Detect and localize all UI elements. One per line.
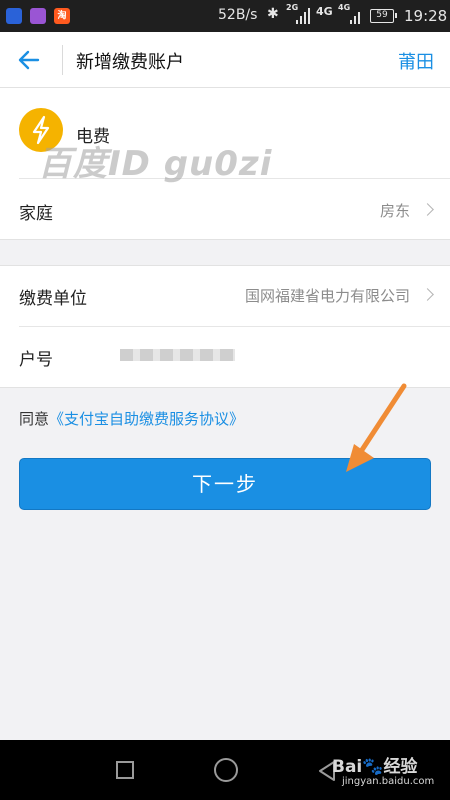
arrow-left-icon [18, 50, 40, 70]
system-nav-bar: Bai🐾经验 jingyan.baidu.com [0, 740, 450, 800]
chevron-right-icon [421, 203, 434, 216]
redacted-digits [120, 349, 235, 361]
network-speed: 52B/s [218, 7, 258, 23]
signal-bars-secondary-icon [350, 8, 362, 24]
paw-app-icon [6, 8, 22, 24]
page-title: 新增缴费账户 [76, 52, 184, 73]
signal-bars-icon [296, 8, 310, 24]
battery-level: 59 [376, 10, 388, 20]
app-header: 新增缴费账户 莆田 [0, 32, 450, 88]
taobao-app-icon: 淘 [54, 8, 70, 24]
baidu-logo-suffix: 经验 [383, 757, 418, 777]
clock: 19:28 [404, 7, 448, 25]
network-4g-secondary-label: 4G [338, 3, 351, 12]
chevron-right-icon [421, 288, 434, 301]
bluetooth-icon: ✱ [267, 6, 279, 22]
account-number-label: 户号 [19, 350, 53, 370]
baidu-jingyan-logo: Bai🐾经验 [332, 752, 417, 777]
status-bar: 淘 52B/s ✱ 2G 4G 4G 59 19:28 [0, 0, 450, 32]
baidu-paw-icon: 🐾 [362, 757, 384, 777]
home-button[interactable] [214, 758, 238, 782]
account-number-input[interactable] [110, 336, 430, 376]
annotation-arrow-icon [346, 383, 407, 472]
agreement-prefix: 同意 [19, 410, 50, 428]
service-agreement-link[interactable]: 《支付宝自助缴费服务协议》 [49, 410, 244, 428]
city-selector-button[interactable]: 莆田 [398, 48, 434, 74]
back-button[interactable] [10, 42, 50, 78]
payment-unit-row[interactable]: 缴费单位 国网福建省电力有限公司 [0, 265, 450, 326]
header-divider [62, 45, 63, 75]
payment-unit-value: 国网福建省电力有限公司 [244, 287, 410, 305]
gallery-app-icon [30, 8, 46, 24]
agreement-line: 同意《支付宝自助缴费服务协议》 [19, 408, 244, 429]
watermark-text: 百度ID gu0zi [38, 144, 273, 184]
group-row[interactable]: 家庭 房东 [0, 180, 450, 240]
group-value: 房东 [379, 202, 410, 220]
battery-icon: 59 [370, 9, 397, 23]
payment-unit-label: 缴费单位 [19, 289, 87, 309]
recent-apps-button[interactable] [116, 761, 134, 779]
group-label: 家庭 [19, 204, 53, 224]
network-4g-label: 4G [316, 5, 333, 18]
baidu-jingyan-url: jingyan.baidu.com [342, 776, 435, 787]
baidu-logo-brand: Bai [332, 757, 363, 777]
